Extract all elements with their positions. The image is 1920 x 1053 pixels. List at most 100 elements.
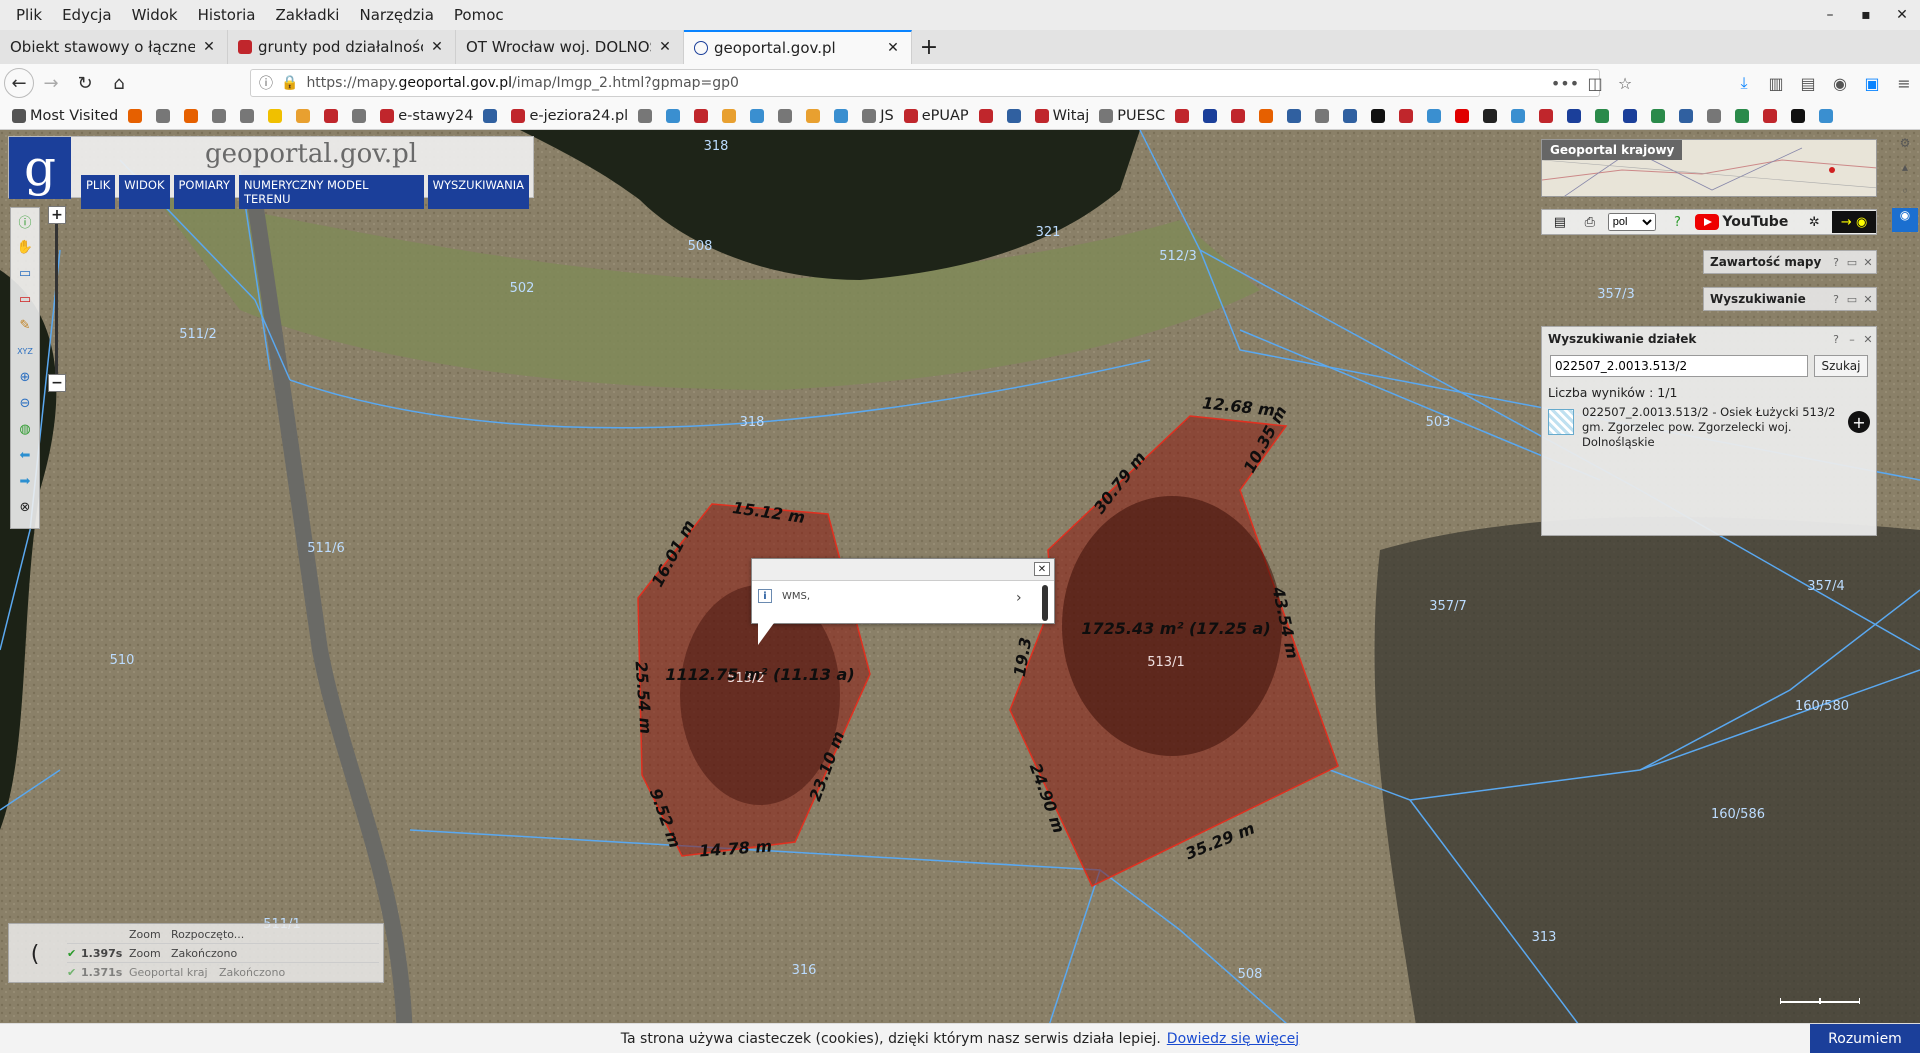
bookmark-item[interactable] [128,108,146,123]
youtube-link[interactable]: YouTube [1695,214,1788,230]
help-icon[interactable]: ? [1666,215,1690,230]
bookmark-item[interactable] [1539,108,1557,123]
pan-hand-icon[interactable]: ✋ [11,234,39,260]
bookmark-item[interactable] [156,108,174,123]
page-actions-icon[interactable]: ••• [1550,74,1580,93]
bookmark-item[interactable] [1287,108,1305,123]
maximize-icon[interactable]: ▪ [1848,7,1884,23]
extension-icon[interactable]: ▣ [1856,74,1888,93]
menu-tools[interactable]: Narzędzia [349,6,443,24]
bookmark-item[interactable] [1763,108,1781,123]
tab-ot-wroclaw[interactable]: OT Wrocław woj. DOLNOŚL ✕ [456,30,684,64]
legend-icon[interactable]: ▤ [1548,215,1572,230]
bookmark-item[interactable] [694,108,712,123]
zoom-out-icon[interactable]: ⊖ [11,390,39,416]
download-icon[interactable]: ⤓ [1728,73,1760,93]
bookmark-item[interactable] [722,108,740,123]
tab-obiekt-stawowy[interactable]: Obiekt stawowy o łącznej po ✕ [0,30,228,64]
next-view-icon[interactable]: ➡ [11,468,39,494]
bookmark-item[interactable] [1231,108,1249,123]
globe-icon[interactable]: ◍ [11,416,39,442]
geoportal-logo-icon[interactable]: g [9,137,71,199]
pocket-icon[interactable]: ◫ [1580,74,1610,93]
tab-geoportal[interactable]: geoportal.gov.pl ✕ [684,30,912,64]
bookmark-item[interactable] [1427,108,1445,123]
popup-wms-row[interactable]: i WMS, [758,589,810,603]
add-result-button[interactable]: + [1848,411,1870,433]
menu-file[interactable]: Plik [6,6,52,24]
menu-nmt[interactable]: NUMERYCZNY MODEL TERENU [238,175,424,209]
hamburger-menu-icon[interactable]: ≡ [1888,74,1920,93]
help-icon[interactable]: ? [1828,293,1844,306]
bookmark-item[interactable] [296,108,314,123]
status-log-handle-icon[interactable]: ( [9,924,61,984]
close-tab-icon[interactable]: ✕ [657,39,673,55]
account-icon[interactable]: ◉ [1824,74,1856,93]
menu-plik[interactable]: PLIK [81,175,116,209]
print-icon[interactable]: ⎙ [1578,215,1602,230]
bookmark-item[interactable] [1595,108,1613,123]
bookmark-item[interactable] [1175,108,1193,123]
overview-minimap[interactable]: Geoportal krajowy [1541,139,1877,197]
dot-icon[interactable]: ◦ [1892,184,1918,208]
reload-button[interactable]: ↻ [68,66,102,100]
panel-map-contents[interactable]: Zawartość mapy ? ▭ ✕ [1703,250,1877,274]
pencil-icon[interactable]: ✎ [11,312,39,338]
clear-icon[interactable]: ⊗ [11,494,39,520]
close-panel-icon[interactable]: ✕ [1860,293,1876,306]
bookmark-item[interactable] [1259,108,1277,123]
cookie-accept-button[interactable]: Rozumiem [1810,1024,1920,1053]
menu-view[interactable]: Widok [122,6,188,24]
bookmark-item[interactable] [1707,108,1725,123]
menu-help[interactable]: Pomoc [444,6,514,24]
bookmark-item[interactable] [1483,108,1501,123]
bookmark-item[interactable]: ePUAP [903,108,969,124]
bookmark-item[interactable] [352,108,370,123]
popup-close-button[interactable]: ✕ [1034,562,1050,576]
info-tool-icon[interactable]: ⓘ [11,208,39,234]
select-box-icon[interactable]: ▭ [11,286,39,312]
bookmark-item[interactable] [184,108,202,123]
bookmark-item[interactable] [1315,108,1333,123]
close-window-icon[interactable]: ✕ [1884,7,1920,23]
bookmark-item[interactable] [1455,108,1473,123]
info-icon[interactable]: ⓘ [259,73,273,93]
bookmark-item[interactable] [1511,108,1529,123]
bookmark-item[interactable]: Most Visited [12,108,118,124]
bookmark-item[interactable] [483,108,501,123]
zoom-plus-button[interactable]: + [48,206,66,224]
bookmark-item[interactable] [1623,108,1641,123]
bookmark-star-icon[interactable]: ☆ [1610,74,1640,93]
maximize-panel-icon[interactable]: ▭ [1844,293,1860,306]
help-icon[interactable]: ? [1828,333,1844,346]
zoom-minus-button[interactable]: − [48,374,66,392]
bookmark-item[interactable] [1791,108,1809,123]
tab-grunty[interactable]: grunty pod działalność ry ✕ [228,30,456,64]
bookmark-item[interactable] [1371,108,1389,123]
forward-button[interactable]: → [34,66,68,100]
sidebar-icon[interactable]: ▤ [1792,74,1824,93]
bookmark-item[interactable] [1006,108,1025,123]
xyz-coordinates-icon[interactable]: XYZ [11,338,39,364]
eye-icon[interactable]: ◉ [1892,208,1918,232]
settings-wheel-icon[interactable]: ✲ [1802,215,1826,230]
menu-pomiary[interactable]: POMIARY [173,175,235,209]
bookmark-item[interactable] [978,108,997,123]
bookmark-item[interactable] [666,108,684,123]
menu-edit[interactable]: Edycja [52,6,121,24]
zoom-track[interactable] [55,224,58,374]
close-tab-icon[interactable]: ✕ [429,39,445,55]
bookmark-item[interactable]: PUESC [1099,108,1165,124]
chevron-right-icon[interactable]: › [1016,590,1022,606]
bookmark-item[interactable] [212,108,230,123]
bookmark-item[interactable] [1651,108,1669,123]
bookmark-item[interactable] [268,108,286,123]
back-button[interactable]: ← [4,68,34,98]
previous-view-icon[interactable]: ⬅ [11,442,39,468]
bookmark-item[interactable] [638,108,656,123]
menu-widok[interactable]: WIDOK [119,175,170,209]
bookmark-item[interactable] [1399,108,1417,123]
menu-bookmarks[interactable]: Zakładki [265,6,349,24]
bookmark-item[interactable]: JS [862,108,894,124]
maximize-panel-icon[interactable]: ▭ [1844,256,1860,269]
